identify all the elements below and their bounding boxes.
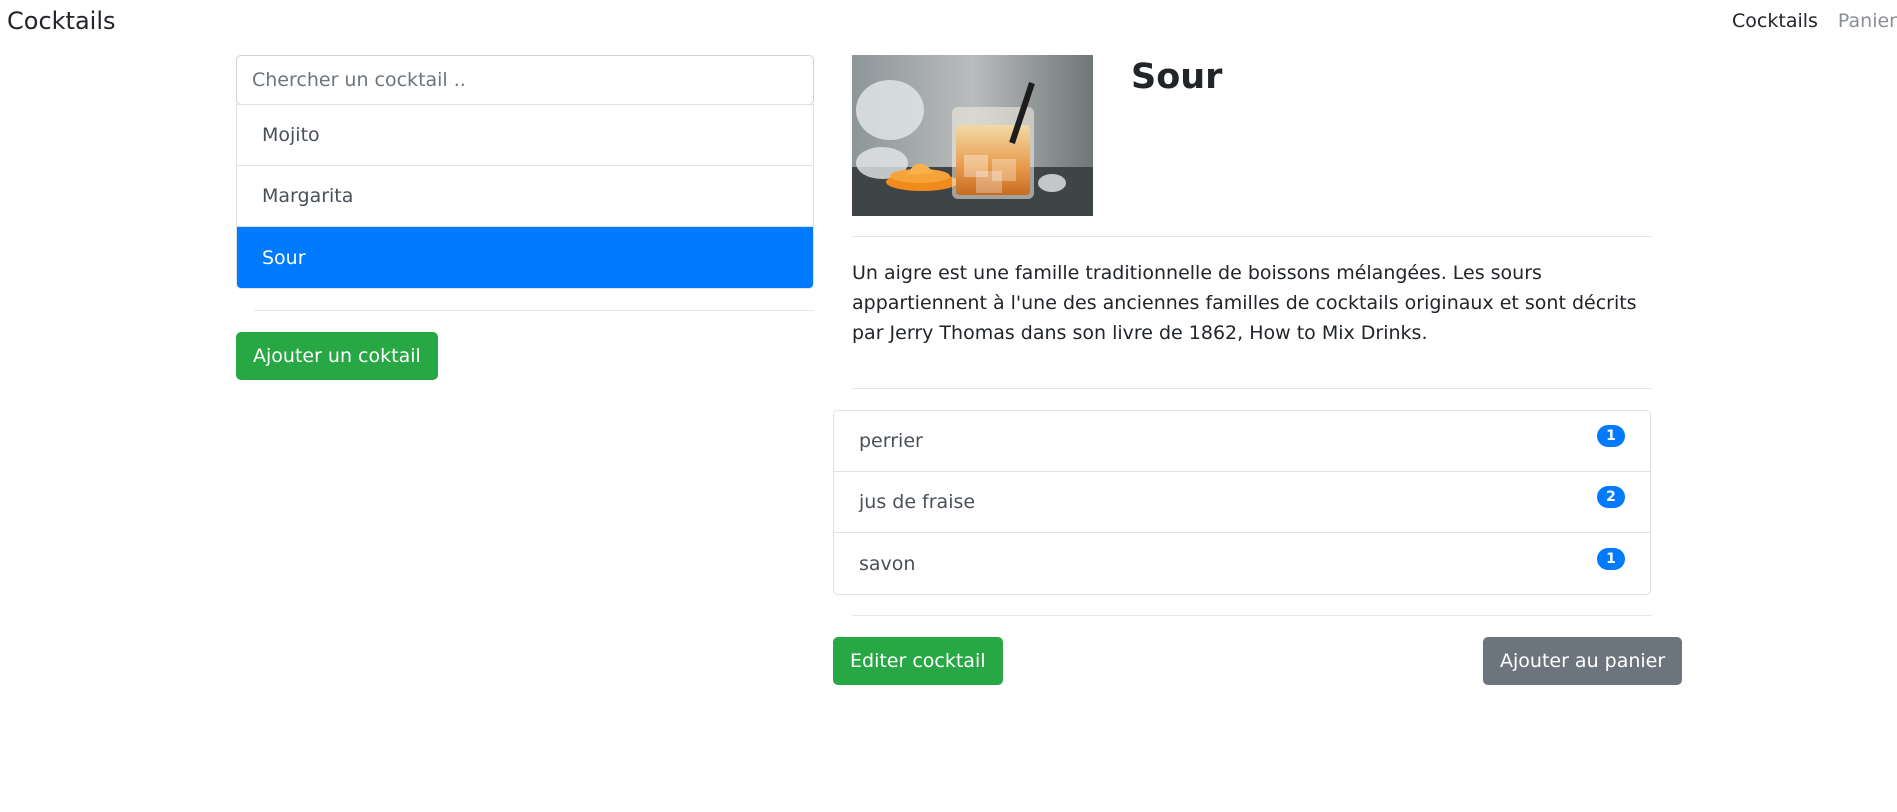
search-input[interactable] bbox=[236, 55, 814, 105]
cocktail-photo bbox=[852, 55, 1093, 216]
navbar-brand[interactable]: Cocktails bbox=[7, 7, 116, 35]
ingredient-name: jus de fraise bbox=[859, 491, 976, 513]
divider bbox=[852, 615, 1652, 616]
quantity-badge: 2 bbox=[1597, 486, 1625, 508]
cocktail-item-label: Margarita bbox=[262, 185, 354, 207]
cocktail-item-label: Mojito bbox=[262, 124, 320, 146]
ingredient-item: savon 1 bbox=[834, 533, 1650, 594]
nav-link-cocktails[interactable]: Cocktails bbox=[1732, 10, 1818, 32]
ingredient-name: savon bbox=[859, 552, 916, 575]
quantity-badge: 1 bbox=[1597, 547, 1625, 570]
divider bbox=[852, 388, 1652, 389]
divider bbox=[852, 236, 1652, 237]
cocktail-list: Mojito Margarita Sour bbox=[236, 104, 814, 289]
edit-cocktail-button[interactable]: Editer cocktail bbox=[833, 637, 1003, 685]
divider bbox=[254, 310, 814, 311]
cocktail-title: Sour bbox=[1131, 57, 1223, 97]
ingredient-item: jus de fraise 2 bbox=[834, 472, 1650, 533]
cocktail-item-margarita[interactable]: Margarita bbox=[237, 166, 813, 227]
quantity-badge: 1 bbox=[1597, 425, 1625, 447]
cocktail-item-label: Sour bbox=[262, 246, 306, 269]
add-cocktail-button[interactable]: Ajouter un coktail bbox=[236, 332, 438, 380]
nav-link-panier[interactable]: Panier bbox=[1838, 10, 1897, 32]
ingredient-list: perrier 1 jus de fraise 2 savon 1 bbox=[833, 410, 1651, 595]
cocktail-description: Un aigre est une famille traditionnelle … bbox=[852, 262, 1637, 344]
navbar-links: Cocktails Panier bbox=[1732, 10, 1897, 32]
add-to-cart-button[interactable]: Ajouter au panier bbox=[1483, 637, 1683, 685]
cocktail-item-sour[interactable]: Sour bbox=[237, 227, 813, 288]
cocktail-item-mojito[interactable]: Mojito bbox=[237, 105, 813, 166]
ingredient-item: perrier 1 bbox=[834, 411, 1650, 472]
ingredient-name: perrier bbox=[859, 430, 923, 452]
